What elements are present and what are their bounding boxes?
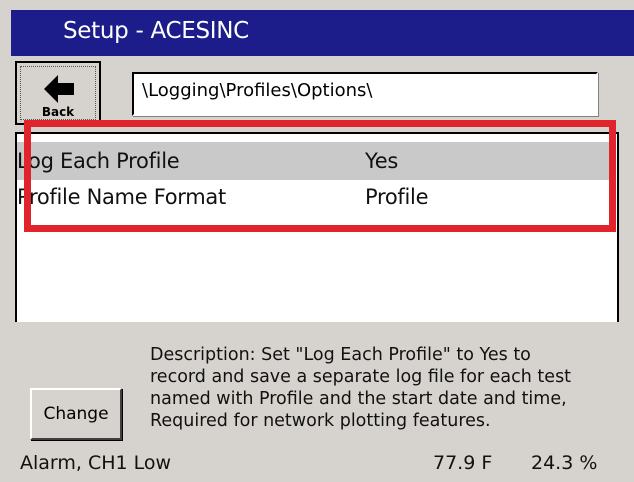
settings-row-log-each-profile[interactable]: Log Each Profile Yes: [17, 142, 609, 180]
title-bar: Setup - ACESINC: [11, 10, 634, 56]
settings-row-profile-name-format[interactable]: Profile Name Format Profile: [17, 178, 609, 216]
setting-name: Log Each Profile: [17, 149, 180, 173]
window-title: Setup - ACESINC: [63, 18, 249, 44]
temperature-reading: 77.9 F: [433, 452, 493, 474]
back-button-label: Back: [41, 105, 75, 119]
back-button[interactable]: Back: [15, 61, 101, 125]
alarm-status: Alarm, CH1 Low: [20, 452, 172, 474]
humidity-reading: 24.3 %: [531, 452, 598, 474]
left-arrow-icon: [44, 75, 76, 107]
settings-list: Log Each Profile Yes Profile Name Format…: [15, 132, 619, 322]
status-bar: Alarm, CH1 Low 77.9 F 24.3 %: [20, 452, 620, 478]
setting-name: Profile Name Format: [17, 185, 226, 209]
description-line: record and save a separate log file for …: [150, 367, 572, 387]
setting-value: Profile: [365, 185, 429, 209]
description-line: named with Profile and the start date an…: [150, 389, 567, 409]
setting-value: Yes: [365, 149, 398, 173]
change-button[interactable]: Change: [30, 388, 122, 440]
description-line: Description: Set "Log Each Profile" to Y…: [150, 345, 531, 365]
description-text: Description: Set "Log Each Profile" to Y…: [150, 344, 620, 432]
description-line: Required for network plotting features.: [150, 411, 491, 431]
path-field: \Logging\Profiles\Options\: [132, 72, 598, 116]
